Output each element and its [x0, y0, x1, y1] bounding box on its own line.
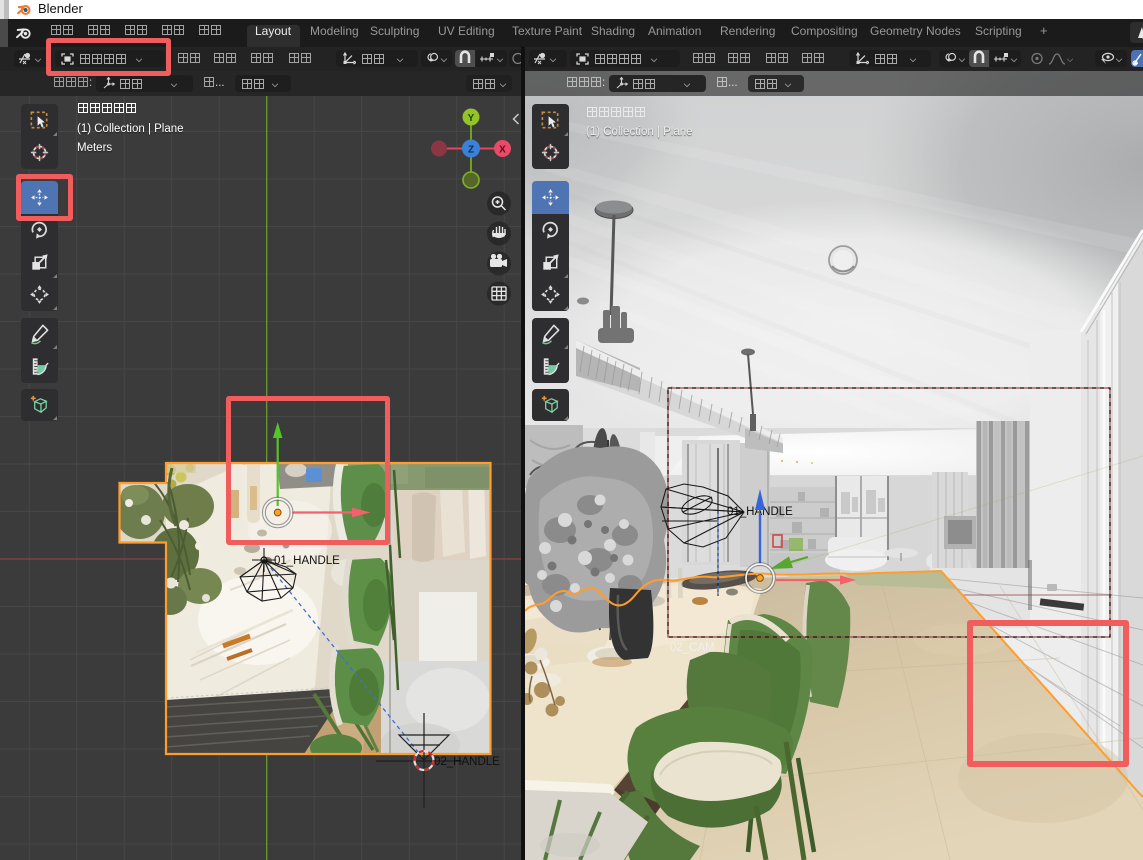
svg-text:Y: Y [468, 113, 475, 124]
svg-text:X: X [499, 145, 506, 156]
svg-text:01_HANDLE: 01_HANDLE [274, 555, 340, 567]
svg-text:Z: Z [468, 145, 474, 156]
svg-text:02_HANDLE: 02_HANDLE [434, 756, 500, 768]
svg-text:02_CAM: 02_CAM [670, 642, 715, 654]
